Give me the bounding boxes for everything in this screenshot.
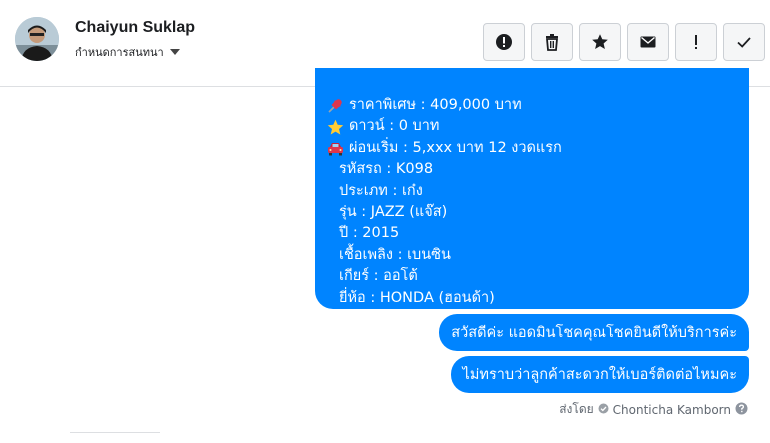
envelope-icon — [640, 36, 656, 48]
message-line: ประเภท : เก๋ง — [339, 182, 423, 199]
star-button[interactable] — [579, 23, 621, 61]
message-line: รุ่น : JAZZ (แจ๊ส) — [339, 204, 448, 221]
sender-name: Chonticha Kamborn — [612, 402, 731, 417]
sent-by-prefix: ส่งโดย — [559, 402, 594, 416]
message-line: ปี : 2015 — [339, 225, 400, 242]
message-line: ดาวน์ : 0 บาท — [327, 116, 737, 137]
message-line: ยี่ห้อ : HONDA (ฮอนด้า) — [339, 289, 495, 306]
caret-down-icon — [169, 49, 180, 55]
message-bubble-listing[interactable]: ราคาพิเศษ : 409,000 บาท ดาวน์ : 0 บาท ผ่… — [315, 68, 749, 309]
label-conversation-text: กำหนดการสนทนา — [75, 46, 164, 59]
pushpin-icon — [327, 97, 344, 114]
message-bubble-question[interactable]: ไม่ทราบว่าลูกค้าสะดวกให้เบอร์ติดต่อไหมคะ — [450, 356, 749, 393]
message-line: เกียร์ : ออโต้ — [339, 268, 418, 285]
message-thread: ราคาพิเศษ : 409,000 บาท ดาวน์ : 0 บาท ผ่… — [0, 68, 770, 443]
message-bubble-greeting[interactable]: สวัสดีค่ะ แอดมินโชคคุณโชคยินดีให้บริการค… — [439, 314, 749, 351]
divider — [70, 432, 160, 433]
trash-icon — [546, 34, 558, 51]
label-conversation-dropdown[interactable]: กำหนดการสนทนา — [75, 43, 180, 61]
alert-circle-icon — [496, 34, 512, 50]
sent-by-info: ส่งโดย Chonticha Kamborn — [559, 400, 748, 419]
star-icon — [592, 34, 608, 49]
contact-name: Chaiyun Suklap — [75, 19, 196, 36]
message-line-text: ดาวน์ : 0 บาท — [349, 118, 440, 135]
follow-up-button[interactable] — [675, 23, 717, 61]
star-emoji-icon — [327, 119, 344, 136]
check-circle-icon — [598, 403, 609, 417]
check-icon — [737, 37, 751, 48]
delete-button[interactable] — [531, 23, 573, 61]
message-line-text: ผ่อนเริ่ม : 5,xxx บาท 12 งวดแรก — [349, 139, 562, 156]
mark-spam-button[interactable] — [483, 23, 525, 61]
exclamation-icon — [695, 35, 697, 49]
message-line-text: ราคาพิเศษ : 409,000 บาท — [349, 97, 522, 113]
help-circle-icon[interactable] — [735, 402, 748, 418]
mark-unread-button[interactable] — [627, 23, 669, 61]
car-icon — [327, 140, 344, 157]
message-line: รหัสรถ : K098 — [339, 161, 434, 178]
message-line: ราคาพิเศษ : 409,000 บาท — [327, 95, 737, 116]
action-toolbar — [477, 23, 765, 61]
message-line: ผ่อนเริ่ม : 5,xxx บาท 12 งวดแรก — [327, 138, 737, 159]
message-line: เชื้อเพลิง : เบนซิน — [339, 246, 451, 263]
avatar[interactable] — [15, 17, 59, 61]
mark-done-button[interactable] — [723, 23, 765, 61]
